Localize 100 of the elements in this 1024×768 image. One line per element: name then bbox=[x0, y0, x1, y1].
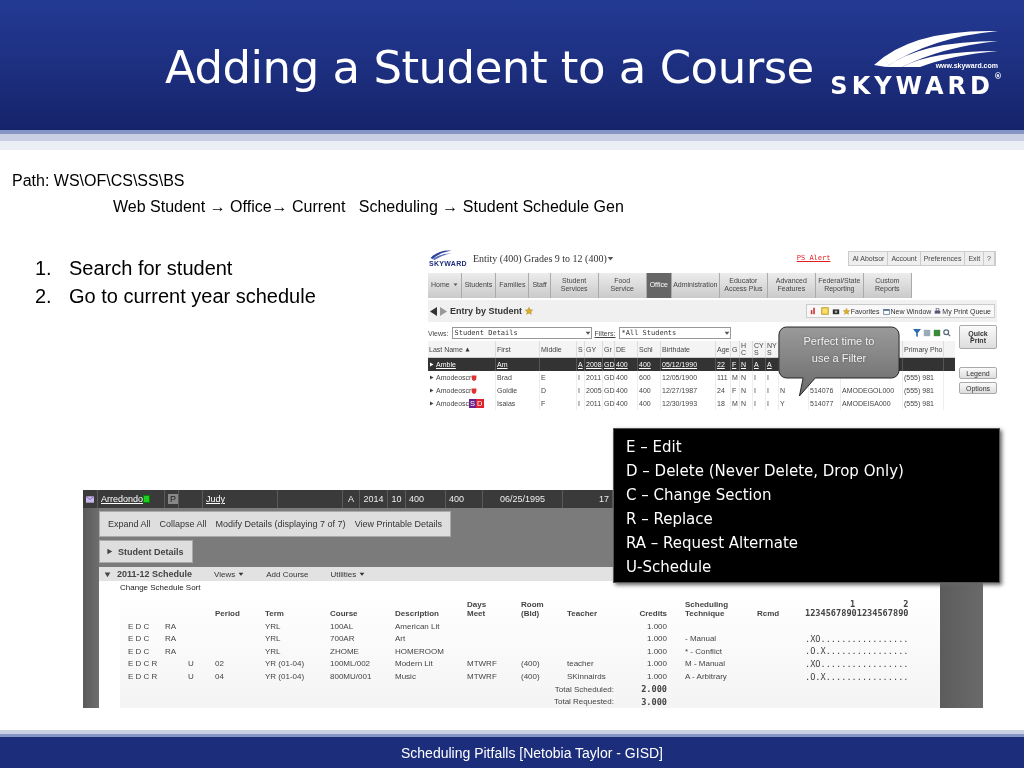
caret-right-icon[interactable] bbox=[429, 401, 434, 406]
legend-line: RA – Request Alternate bbox=[626, 533, 800, 554]
sort-link[interactable]: Change Schedule Sort bbox=[120, 583, 940, 595]
section-title[interactable]: Student Details bbox=[118, 546, 184, 557]
period-pattern: .O.X................ bbox=[805, 646, 909, 657]
column-header: Course bbox=[330, 608, 358, 618]
table-cell: (400) bbox=[521, 659, 540, 669]
table-cell: M - Manual bbox=[685, 659, 725, 669]
column-header: Period bbox=[215, 608, 240, 618]
table-cell: * - Conflict bbox=[685, 646, 722, 656]
menu-link[interactable]: Views bbox=[214, 569, 245, 579]
printer-icon[interactable] bbox=[934, 307, 942, 315]
row-actions[interactable]: E D C R bbox=[128, 659, 158, 669]
row-actions[interactable]: RA bbox=[165, 621, 177, 631]
legend-line: E – Edit bbox=[626, 437, 683, 458]
caret-right-icon[interactable] bbox=[429, 375, 434, 380]
table-cell: - Manual bbox=[685, 634, 717, 644]
row-actions[interactable]: U bbox=[188, 672, 194, 681]
caret-down-icon[interactable] bbox=[104, 570, 111, 578]
table-cell: 1.000 bbox=[646, 634, 667, 644]
column-header: Description bbox=[395, 608, 439, 618]
student-field: 17 bbox=[599, 494, 609, 504]
student-last-name[interactable]: Arredondo bbox=[101, 494, 144, 504]
footer-text: Scheduling Pitfalls [Netobia Taylor - GISD] bbox=[401, 744, 663, 761]
filter-icon[interactable] bbox=[913, 329, 921, 337]
column-header: Scheduling Technique bbox=[685, 599, 729, 618]
column-header: Credits bbox=[639, 608, 667, 618]
caret-icon bbox=[238, 571, 245, 578]
action-link[interactable]: View Printable Details bbox=[354, 519, 442, 529]
table-cell: Modern Lit bbox=[395, 659, 433, 669]
caret-icon bbox=[359, 571, 366, 578]
table-cell: SKinnairds bbox=[567, 672, 606, 681]
chart-icon[interactable] bbox=[809, 307, 818, 316]
logo-swoosh-icon bbox=[429, 249, 453, 260]
column-header: Room (Bld) bbox=[521, 599, 544, 618]
window-icon[interactable] bbox=[882, 307, 890, 315]
step-number: 2. bbox=[35, 285, 53, 307]
legend-line: U-Schedule bbox=[626, 557, 713, 578]
path-label: Path: WS\OF\CS\SS\BS bbox=[12, 172, 186, 190]
table-cell: Music bbox=[395, 672, 416, 681]
camera-icon[interactable] bbox=[831, 307, 840, 316]
entity-title: Entity (400) Grades 9 to 12 (400) bbox=[472, 252, 607, 264]
step-text: Search for student bbox=[69, 257, 233, 279]
action-link[interactable]: Expand All bbox=[108, 519, 151, 529]
magnifier-icon[interactable] bbox=[943, 329, 951, 337]
student-field: A bbox=[348, 494, 354, 504]
caret-right-icon[interactable] bbox=[106, 548, 113, 555]
sort-arrow-icon bbox=[464, 346, 470, 352]
period-pattern: .O.X................ bbox=[805, 671, 909, 682]
spreadsheet-icon[interactable] bbox=[933, 329, 941, 337]
table-cell: 1.000 bbox=[646, 659, 667, 669]
total-value: 3.000 bbox=[641, 696, 667, 707]
action-link[interactable]: Collapse All bbox=[159, 519, 207, 529]
period-pattern: .XO................. bbox=[805, 633, 909, 644]
row-actions[interactable]: E D C R bbox=[128, 672, 158, 681]
section-bar[interactable]: Student Details bbox=[99, 540, 193, 563]
document-icon bbox=[143, 495, 151, 503]
row-actions[interactable]: U bbox=[188, 659, 194, 669]
caret-icon bbox=[584, 330, 591, 336]
slide-title: Adding a Student to a Course bbox=[165, 40, 814, 94]
student-field: 06/25/1995 bbox=[499, 494, 545, 504]
student-field: 2014 bbox=[363, 494, 384, 504]
row-actions[interactable]: E D C bbox=[128, 621, 150, 631]
row-actions[interactable]: E D C bbox=[128, 646, 150, 656]
student-first-name[interactable]: Judy bbox=[206, 494, 225, 504]
caret-right-icon[interactable] bbox=[429, 388, 434, 393]
column-header: Term bbox=[265, 608, 284, 618]
table-cell: MTWRF bbox=[467, 659, 497, 669]
page-title: Entry by Student bbox=[450, 306, 522, 317]
step-text: Go to current year schedule bbox=[69, 285, 316, 307]
table-cell: HOMEROOM bbox=[395, 646, 444, 656]
table-cell: American Lit bbox=[395, 621, 440, 631]
table-cell: (400) bbox=[521, 672, 540, 681]
student-field: 400 bbox=[409, 494, 425, 504]
caret-icon bbox=[723, 330, 730, 336]
menu-link[interactable]: Utilities bbox=[330, 569, 366, 579]
table-cell: YRL bbox=[265, 621, 281, 631]
envelope-icon bbox=[86, 494, 94, 504]
star-icon[interactable] bbox=[525, 307, 533, 316]
table-cell: teacher bbox=[567, 659, 594, 669]
student-field: 400 bbox=[449, 494, 465, 504]
row-actions[interactable]: E D C bbox=[128, 634, 150, 644]
student-field: 10 bbox=[391, 494, 402, 504]
column-header: Days Meet bbox=[467, 599, 487, 618]
caret-icon bbox=[452, 282, 458, 288]
back-arrow-icon[interactable] bbox=[430, 306, 437, 316]
row-actions[interactable]: RA bbox=[165, 646, 177, 656]
period-pattern: .XO................. bbox=[805, 658, 909, 669]
period-ruler: 1 2 12345678901234567890 bbox=[805, 599, 909, 618]
action-link[interactable]: Modify Details (displaying 7 of 7) bbox=[215, 519, 346, 529]
table-cell: 700AR bbox=[330, 634, 355, 644]
table-cell: A - Arbitrary bbox=[685, 672, 727, 681]
row-actions[interactable]: RA bbox=[165, 634, 177, 644]
table-cell: YR (01-04) bbox=[265, 672, 305, 681]
star-icon[interactable] bbox=[842, 307, 850, 315]
section-title[interactable]: 2011-12 Schedule bbox=[117, 569, 193, 580]
total-label: Total Requested: bbox=[553, 697, 614, 707]
table-cell: MTWRF bbox=[467, 672, 497, 681]
menu-link[interactable]: Add Course bbox=[266, 569, 309, 579]
caret-right-icon[interactable] bbox=[429, 362, 434, 367]
